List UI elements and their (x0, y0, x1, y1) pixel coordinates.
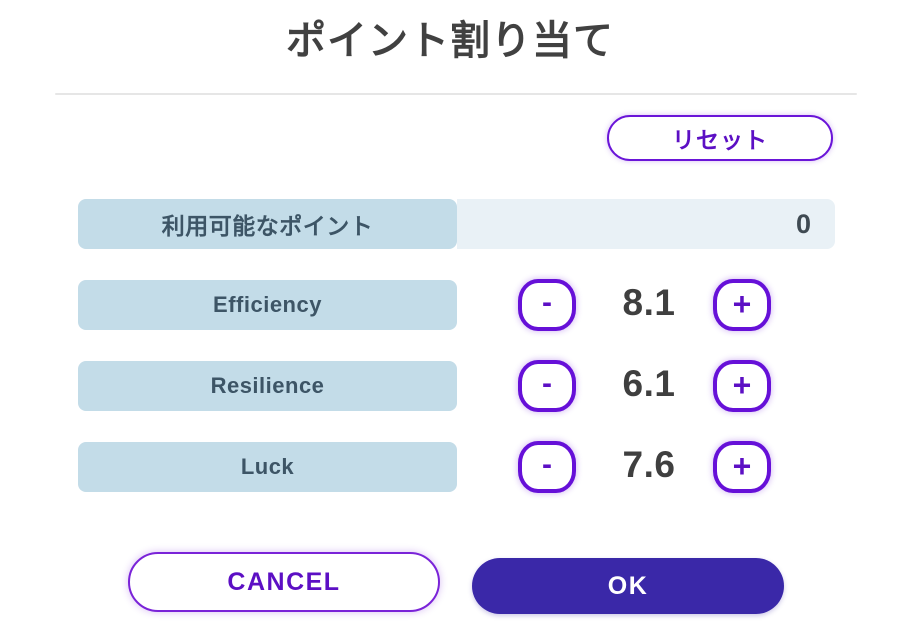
stat-label-luck: Luck (240, 454, 295, 479)
reset-button[interactable]: リセット (607, 115, 833, 161)
available-points-value: 0 (795, 208, 811, 239)
stat-value-luck: 7.6 (622, 444, 676, 485)
increment-button-resilience[interactable]: + (713, 360, 771, 412)
stat-value-efficiency: 8.1 (622, 282, 676, 323)
increment-button-luck[interactable]: + (713, 441, 771, 493)
available-points-value-strip: 0 (457, 199, 835, 249)
stat-chip-luck: Luck (78, 442, 457, 492)
stat-label-efficiency: Efficiency (213, 292, 322, 317)
available-points-row: 利用可能なポイント 0 (0, 199, 900, 249)
cancel-button[interactable]: CANCEL (128, 552, 440, 612)
available-points-label: 利用可能なポイント (161, 213, 374, 239)
stat-stepper-resilience: - 6.1 + (457, 358, 835, 414)
available-points-chip: 利用可能なポイント (78, 199, 457, 249)
stat-stepper-efficiency: - 8.1 + (457, 277, 835, 333)
stat-chip-efficiency: Efficiency (78, 280, 457, 330)
allocation-rows: 利用可能なポイント 0 Efficiency - 8.1 + Resilienc… (0, 199, 900, 495)
stat-label-resilience: Resilience (210, 373, 325, 398)
title-divider (55, 93, 857, 95)
stat-stepper-luck: - 7.6 + (457, 439, 835, 495)
page-title: ポイント割り当て (286, 19, 614, 63)
decrement-button-luck[interactable]: - (518, 441, 576, 493)
stat-row-resilience: Resilience - 6.1 + (0, 358, 900, 414)
decrement-button-resilience[interactable]: - (518, 360, 576, 412)
stat-chip-resilience: Resilience (78, 361, 457, 411)
stat-row-efficiency: Efficiency - 8.1 + (0, 277, 900, 333)
increment-button-efficiency[interactable]: + (713, 279, 771, 331)
stat-value-resilience: 6.1 (622, 363, 676, 404)
reset-row: リセット (0, 115, 900, 161)
dialog-footer: CANCEL OK (0, 552, 900, 616)
stat-row-luck: Luck - 7.6 + (0, 439, 900, 495)
decrement-button-efficiency[interactable]: - (518, 279, 576, 331)
ok-button[interactable]: OK (472, 558, 784, 614)
